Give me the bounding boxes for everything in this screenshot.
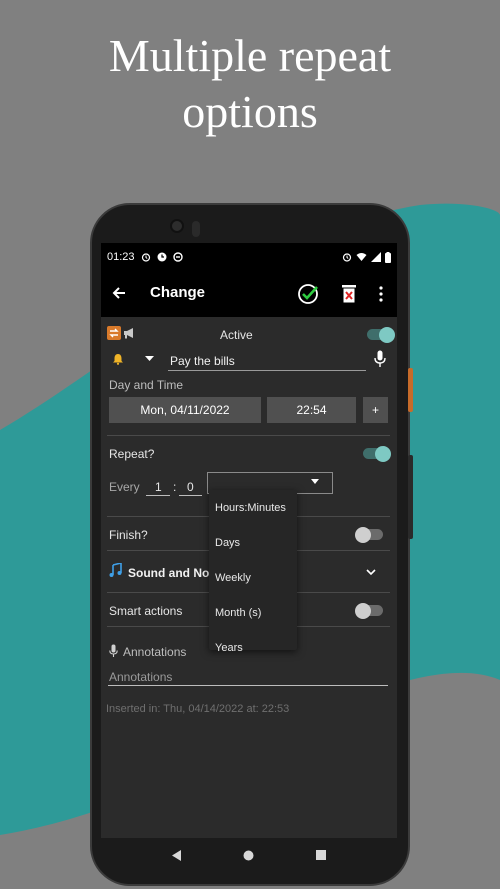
dropdown-option-months[interactable]: Month (s)	[215, 607, 261, 619]
power-button	[408, 368, 413, 412]
signal-icon	[371, 252, 381, 262]
inserted-timestamp: Inserted in: Thu, 04/14/2022 at: 22:53	[106, 703, 290, 715]
clock-icon	[157, 252, 167, 262]
more-vert-icon[interactable]	[379, 286, 383, 302]
sound-section-label[interactable]: Sound and Not	[128, 566, 213, 580]
dropdown-option-hours-minutes[interactable]: Hours:Minutes	[215, 502, 286, 514]
check-circle-icon[interactable]	[297, 283, 319, 305]
wifi-icon	[356, 253, 367, 261]
dropdown-option-weekly[interactable]: Weekly	[215, 572, 251, 584]
date-button[interactable]: Mon, 04/11/2022	[109, 397, 261, 423]
microphone-icon	[109, 644, 118, 657]
volume-button	[408, 455, 413, 539]
repeat-unit-dropdown: Hours:Minutes Days Weekly Month (s) Year…	[209, 490, 297, 654]
finish-label: Finish?	[109, 528, 148, 542]
add-time-label: +	[371, 403, 379, 417]
back-triangle-icon[interactable]	[171, 849, 182, 861]
every-separator: :	[173, 480, 177, 494]
active-label: Active	[220, 328, 253, 342]
battery-icon	[385, 251, 391, 263]
navigation-bar	[101, 838, 397, 872]
headline-line-2: options	[182, 86, 318, 137]
music-note-icon	[109, 563, 122, 577]
alarm-icon	[141, 253, 150, 262]
dropdown-option-days[interactable]: Days	[215, 537, 240, 549]
day-time-label: Day and Time	[109, 378, 184, 392]
sync-icon	[172, 252, 183, 262]
proximity-sensor	[192, 221, 200, 237]
megaphone-icon	[124, 328, 133, 339]
alarm-icon	[342, 253, 352, 262]
every-hours-input[interactable]: 1	[155, 480, 162, 494]
headline: Multiple repeat options	[0, 28, 500, 140]
bell-icon	[113, 354, 123, 365]
time-value: 22:54	[296, 403, 327, 417]
every-label: Every	[109, 480, 140, 494]
smart-actions-toggle[interactable]	[355, 602, 383, 619]
time-button[interactable]: 22:54	[267, 397, 356, 423]
delete-icon[interactable]	[341, 284, 357, 304]
annotations-input[interactable]: Annotations	[109, 670, 172, 684]
divider	[107, 435, 390, 436]
microphone-icon[interactable]	[374, 350, 386, 368]
app-bar: Change	[101, 271, 397, 317]
headline-line-1: Multiple repeat	[108, 30, 392, 81]
page-title: Change	[150, 284, 206, 301]
expand-icon[interactable]	[366, 569, 376, 576]
back-arrow-icon[interactable]	[111, 285, 127, 301]
repeat-toggle[interactable]	[363, 445, 391, 462]
active-toggle[interactable]	[367, 326, 395, 343]
annotations-label: Annotations	[123, 645, 187, 659]
reminder-text-input[interactable]: Pay the bills	[170, 354, 235, 368]
phone-screen: 01:23 Change Active Pay the bills Day an…	[101, 243, 397, 838]
edit-form: Active Pay the bills Day and Time Mon, 0…	[101, 317, 397, 838]
recents-square-icon[interactable]	[316, 850, 327, 860]
hours-underline	[146, 495, 170, 496]
dropdown-option-years[interactable]: Years	[215, 642, 243, 654]
smart-actions-label: Smart actions	[109, 604, 183, 618]
status-bar: 01:23	[101, 243, 397, 271]
repeat-label: Repeat?	[109, 447, 155, 461]
finish-toggle[interactable]	[355, 526, 383, 543]
chevron-down-icon[interactable]	[145, 356, 154, 362]
home-circle-icon[interactable]	[243, 850, 254, 861]
date-value: Mon, 04/11/2022	[140, 403, 230, 417]
status-time: 01:23	[107, 251, 135, 263]
every-minutes-input[interactable]: 0	[187, 480, 194, 494]
minutes-underline	[179, 495, 202, 496]
reminder-underline	[168, 370, 366, 371]
repeat-icon	[107, 326, 121, 340]
select-arrow-icon	[311, 479, 319, 484]
front-camera	[170, 219, 184, 233]
annotations-underline	[108, 685, 388, 686]
add-time-button[interactable]: +	[363, 397, 388, 423]
